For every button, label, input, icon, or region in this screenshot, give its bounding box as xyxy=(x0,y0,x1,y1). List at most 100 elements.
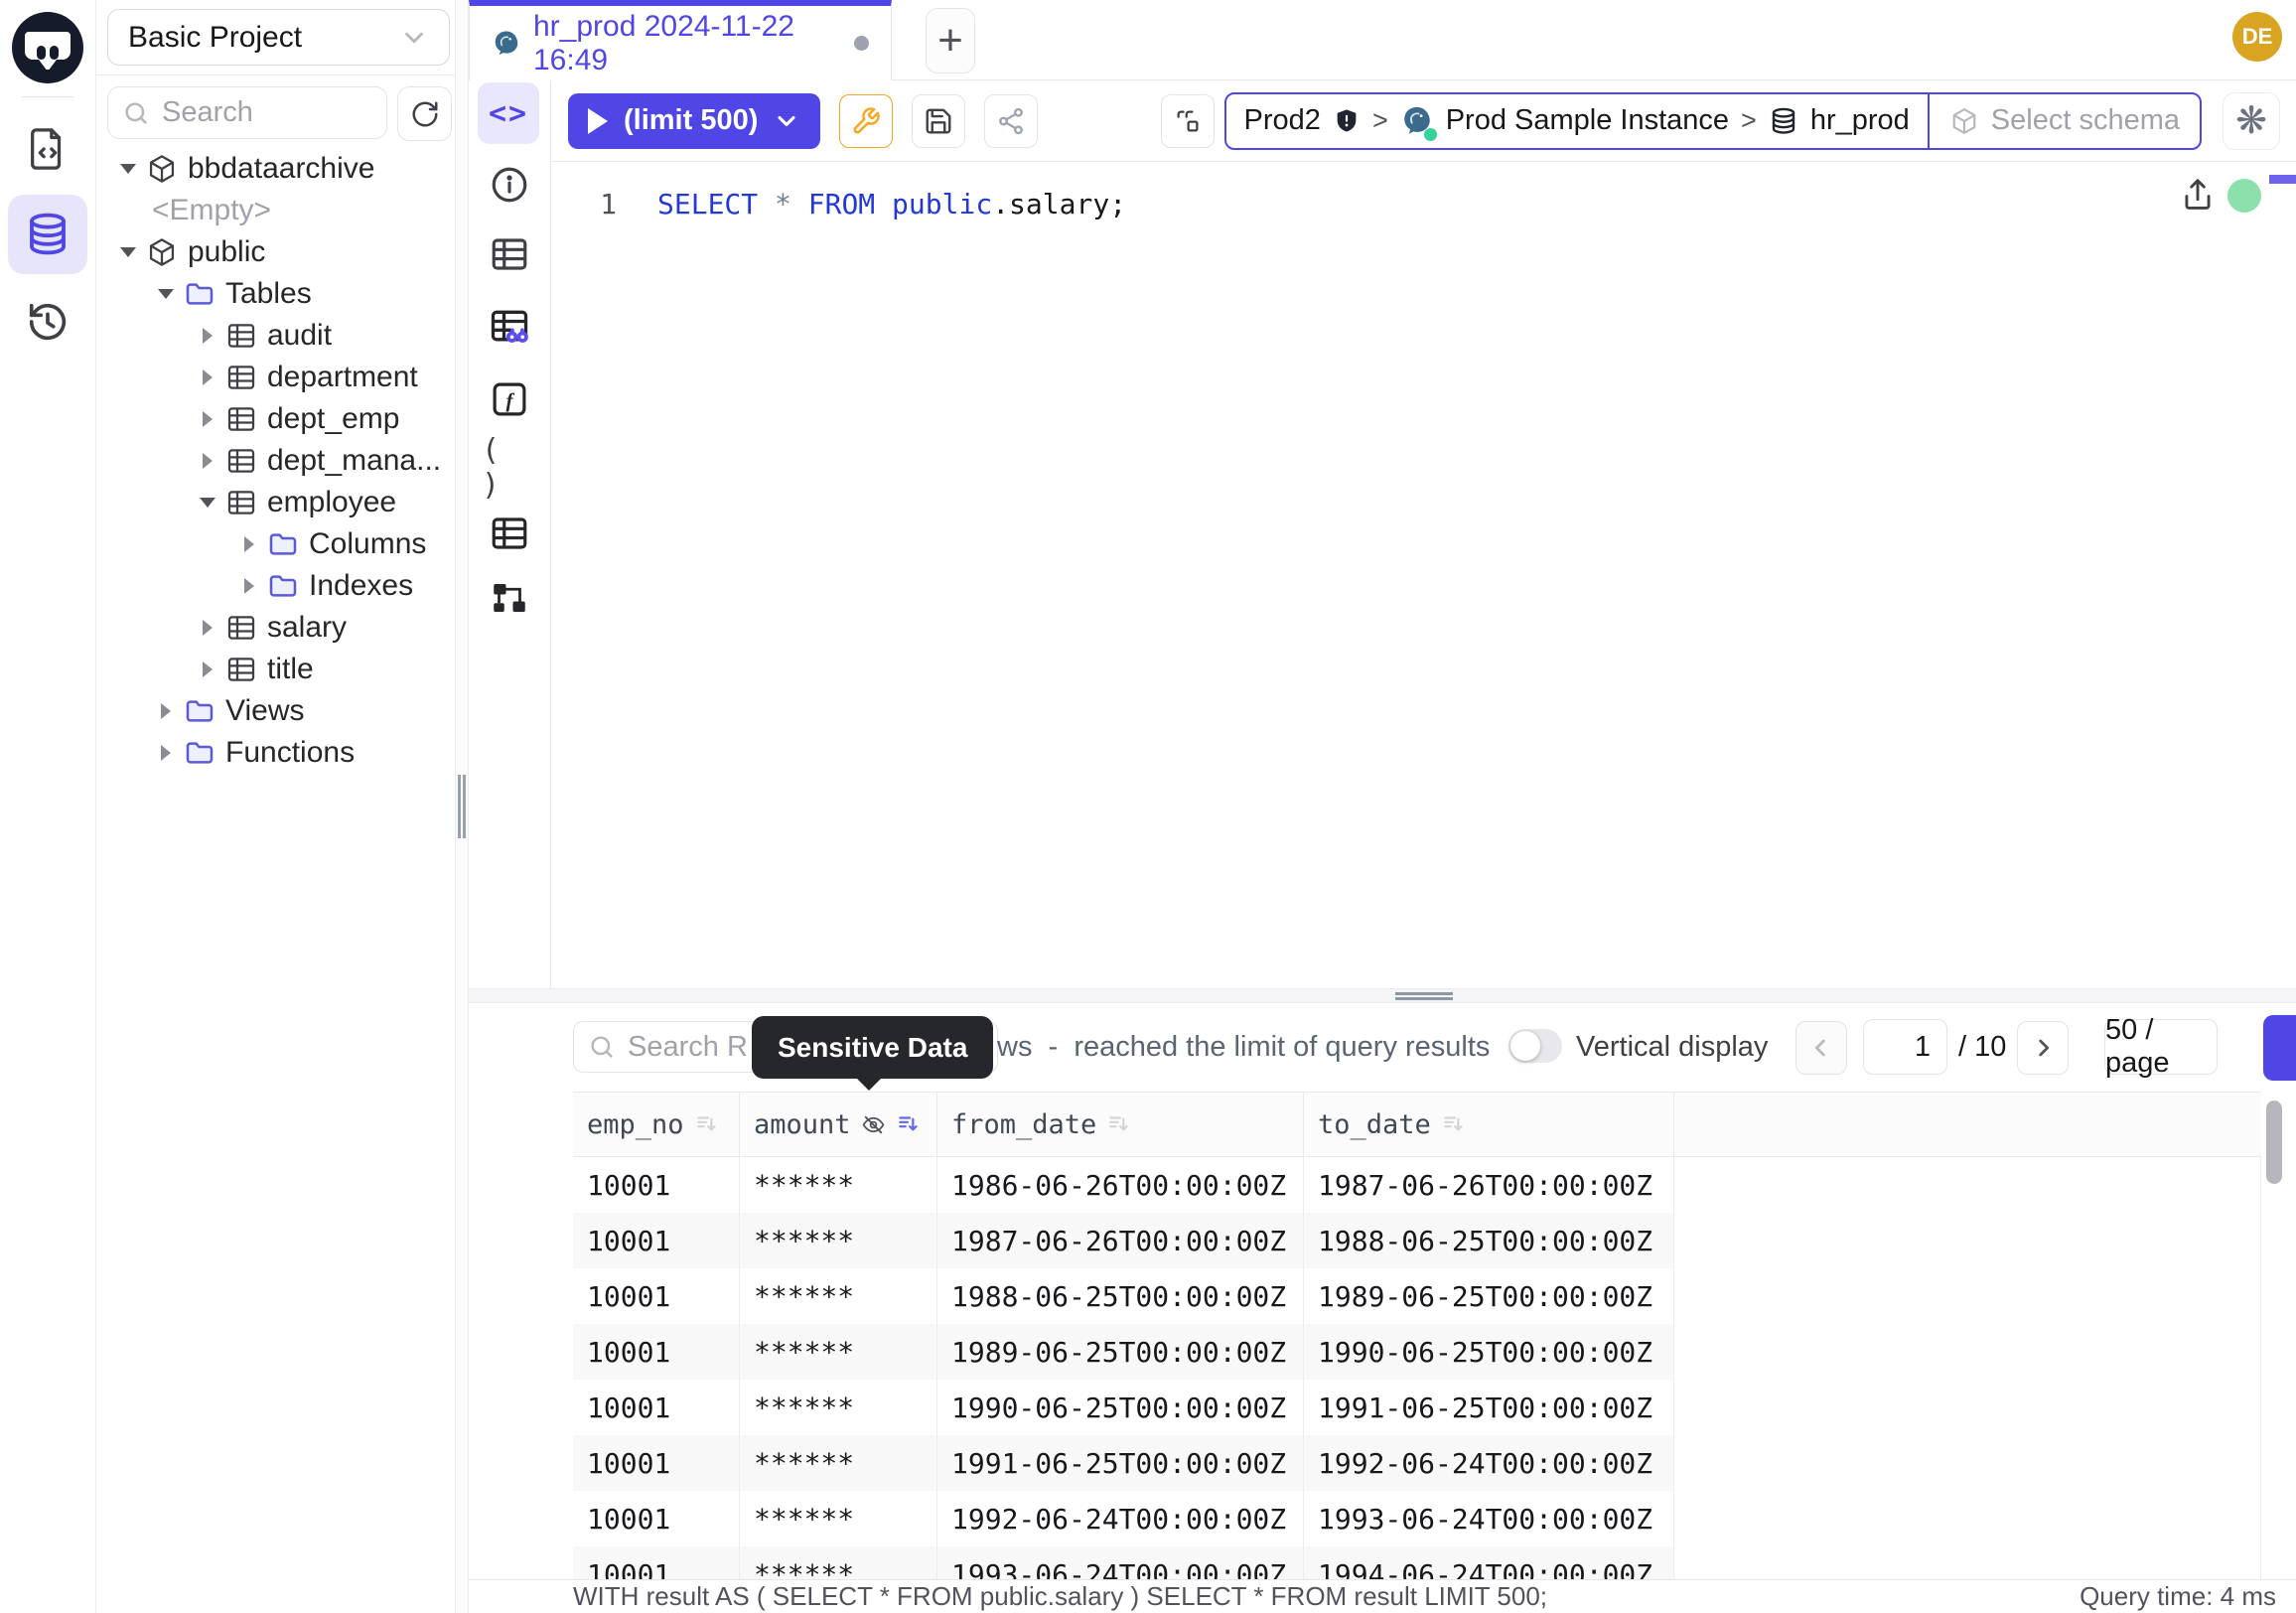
page-size-select[interactable]: 50 / page xyxy=(2104,1019,2218,1075)
tree-item-empty: <Empty> xyxy=(96,190,455,231)
table-row[interactable]: 10001 ****** 1990-06-25T00:00:00Z 1991-0… xyxy=(573,1380,2261,1435)
run-query-button[interactable]: (limit 500) xyxy=(568,93,820,149)
caret-right-icon[interactable] xyxy=(156,745,176,761)
toggle-knob xyxy=(1510,1031,1540,1061)
caret-right-icon[interactable] xyxy=(198,411,217,427)
avatar[interactable]: DE xyxy=(2232,12,2282,62)
caret-right-icon[interactable] xyxy=(156,703,176,719)
sql-editor[interactable]: 1 SELECT * FROM public.salary; xyxy=(552,162,2296,988)
export-button[interactable] xyxy=(2263,1015,2296,1081)
column-header-emp-no[interactable]: emp_no xyxy=(573,1093,740,1156)
sensitive-data-tooltip: Sensitive Data xyxy=(752,1016,993,1079)
tree-item-label: <Empty> xyxy=(152,194,271,227)
connection-breadcrumb: Prod2 > Prod Sample Instance > hr_prod S… xyxy=(1224,92,2202,150)
select-schema-button[interactable]: Select schema xyxy=(1928,94,2200,148)
project-select[interactable]: Basic Project xyxy=(107,9,450,66)
sidebar-search-input[interactable]: Search xyxy=(107,86,387,139)
tree-item-label: public xyxy=(188,235,265,269)
table-row[interactable]: 10001 ****** 1993-06-24T00:00:00Z 1994-0… xyxy=(573,1546,2261,1579)
sidebar-resize-handle[interactable] xyxy=(455,0,469,1613)
caret-right-icon[interactable] xyxy=(198,620,217,636)
tree-item-label: Indexes xyxy=(309,569,413,603)
caret-right-icon[interactable] xyxy=(239,578,259,594)
connection-status-dot xyxy=(2227,179,2261,213)
sensitive-table-icon[interactable] xyxy=(482,299,537,355)
database-panel-icon[interactable] xyxy=(8,195,87,274)
caret-down-icon[interactable] xyxy=(118,247,138,257)
save-button[interactable] xyxy=(912,94,965,148)
table-row[interactable]: 10001 ****** 1986-06-26T00:00:00Z 1987-0… xyxy=(573,1157,2261,1213)
tree-item-indexes[interactable]: Indexes xyxy=(96,565,455,607)
tree-item-salary[interactable]: salary xyxy=(96,607,455,649)
tab-hr-prod[interactable]: hr_prod 2024-11-22 16:49 xyxy=(469,0,892,80)
external-table-icon[interactable] xyxy=(482,506,537,561)
code-icon: <> xyxy=(489,96,528,131)
tree-item-views[interactable]: Views xyxy=(96,690,455,732)
results-panel: Search R ws - reached the limit of query… xyxy=(469,1003,2296,1579)
function-icon[interactable]: f xyxy=(482,371,537,427)
batch-query-button[interactable] xyxy=(1161,94,1215,148)
line-number: 1 xyxy=(552,182,617,227)
query-settings-button[interactable] xyxy=(839,94,893,148)
environment-label: Prod2 xyxy=(1244,104,1321,137)
run-options-chevron-icon[interactable] xyxy=(773,107,800,135)
schema-cube-icon xyxy=(1949,106,1979,136)
schema-diagram-icon[interactable] xyxy=(482,570,537,626)
tree-item-title[interactable]: title xyxy=(96,649,455,690)
prev-page-button[interactable] xyxy=(1795,1021,1847,1075)
tree-item-dept-emp[interactable]: dept_emp xyxy=(96,398,455,440)
folder-icon xyxy=(184,278,215,310)
column-header-to-date[interactable]: to_date xyxy=(1304,1093,1674,1156)
table-row[interactable]: 10001 ****** 1988-06-25T00:00:00Z 1989-0… xyxy=(573,1268,2261,1324)
table-row[interactable]: 10001 ****** 1989-06-25T00:00:00Z 1990-0… xyxy=(573,1324,2261,1380)
tree-item-bbdataarchive[interactable]: bbdataarchive xyxy=(96,148,455,190)
instance-label: Prod Sample Instance xyxy=(1446,104,1729,137)
history-icon[interactable] xyxy=(8,282,87,362)
shield-icon xyxy=(1333,107,1361,135)
caret-right-icon[interactable] xyxy=(198,661,217,677)
tree-item-employee[interactable]: employee xyxy=(96,482,455,523)
info-icon[interactable] xyxy=(482,157,537,213)
procedure-icon[interactable]: ( ) xyxy=(482,440,537,496)
upload-icon[interactable] xyxy=(2179,176,2217,214)
caret-right-icon[interactable] xyxy=(198,453,217,469)
new-tab-button[interactable]: + xyxy=(926,8,975,73)
table-detail-icon[interactable] xyxy=(482,226,537,282)
bytebase-logo[interactable] xyxy=(12,12,83,83)
results-resize-handle[interactable] xyxy=(469,988,2296,1003)
tree-item-functions[interactable]: Functions xyxy=(96,732,455,774)
share-button[interactable] xyxy=(984,94,1038,148)
tree-item-columns[interactable]: Columns xyxy=(96,523,455,565)
table-row[interactable]: 10001 ****** 1991-06-25T00:00:00Z 1992-0… xyxy=(573,1435,2261,1491)
tree-item-label: audit xyxy=(267,319,332,353)
page-number-input[interactable]: 1 xyxy=(1863,1019,1947,1075)
vertical-display-label: Vertical display xyxy=(1576,1021,1768,1073)
refresh-button[interactable] xyxy=(397,86,452,141)
caret-down-icon[interactable] xyxy=(198,498,217,508)
column-header-from-date[interactable]: from_date xyxy=(937,1093,1304,1156)
database-tree: bbdataarchive <Empty> public Tables xyxy=(96,148,455,774)
tree-item-audit[interactable]: audit xyxy=(96,315,455,357)
ai-assistant-button[interactable]: ❋ xyxy=(2223,92,2280,150)
caret-down-icon[interactable] xyxy=(156,289,176,299)
table-row[interactable]: 10001 ****** 1992-06-24T00:00:00Z 1993-0… xyxy=(573,1491,2261,1546)
tree-item-public[interactable]: public xyxy=(96,231,455,273)
caret-right-icon[interactable] xyxy=(198,328,217,344)
worksheet-icon[interactable] xyxy=(8,109,87,189)
vertical-display-toggle[interactable] xyxy=(1508,1029,1562,1063)
next-page-button[interactable] xyxy=(2017,1021,2069,1075)
table-scrollbar[interactable] xyxy=(2266,1100,2282,1184)
caret-down-icon[interactable] xyxy=(118,164,138,174)
code-view-toggle[interactable]: <> xyxy=(478,82,539,144)
editor-scrollbar[interactable] xyxy=(2269,175,2296,184)
connection-select[interactable]: Prod2 > Prod Sample Instance > hr_prod xyxy=(1226,94,1928,148)
tree-item-dept-manager[interactable]: dept_mana... xyxy=(96,440,455,482)
column-header-amount[interactable]: amount xyxy=(740,1093,937,1156)
tree-item-label: dept_emp xyxy=(267,402,399,436)
tree-item-tables[interactable]: Tables xyxy=(96,273,455,315)
caret-right-icon[interactable] xyxy=(239,536,259,552)
table-row[interactable]: 10001 ****** 1987-06-26T00:00:00Z 1988-0… xyxy=(573,1213,2261,1268)
caret-right-icon[interactable] xyxy=(198,369,217,385)
tree-item-department[interactable]: department xyxy=(96,357,455,398)
code-line: 1 SELECT * FROM public.salary; xyxy=(552,182,1126,227)
